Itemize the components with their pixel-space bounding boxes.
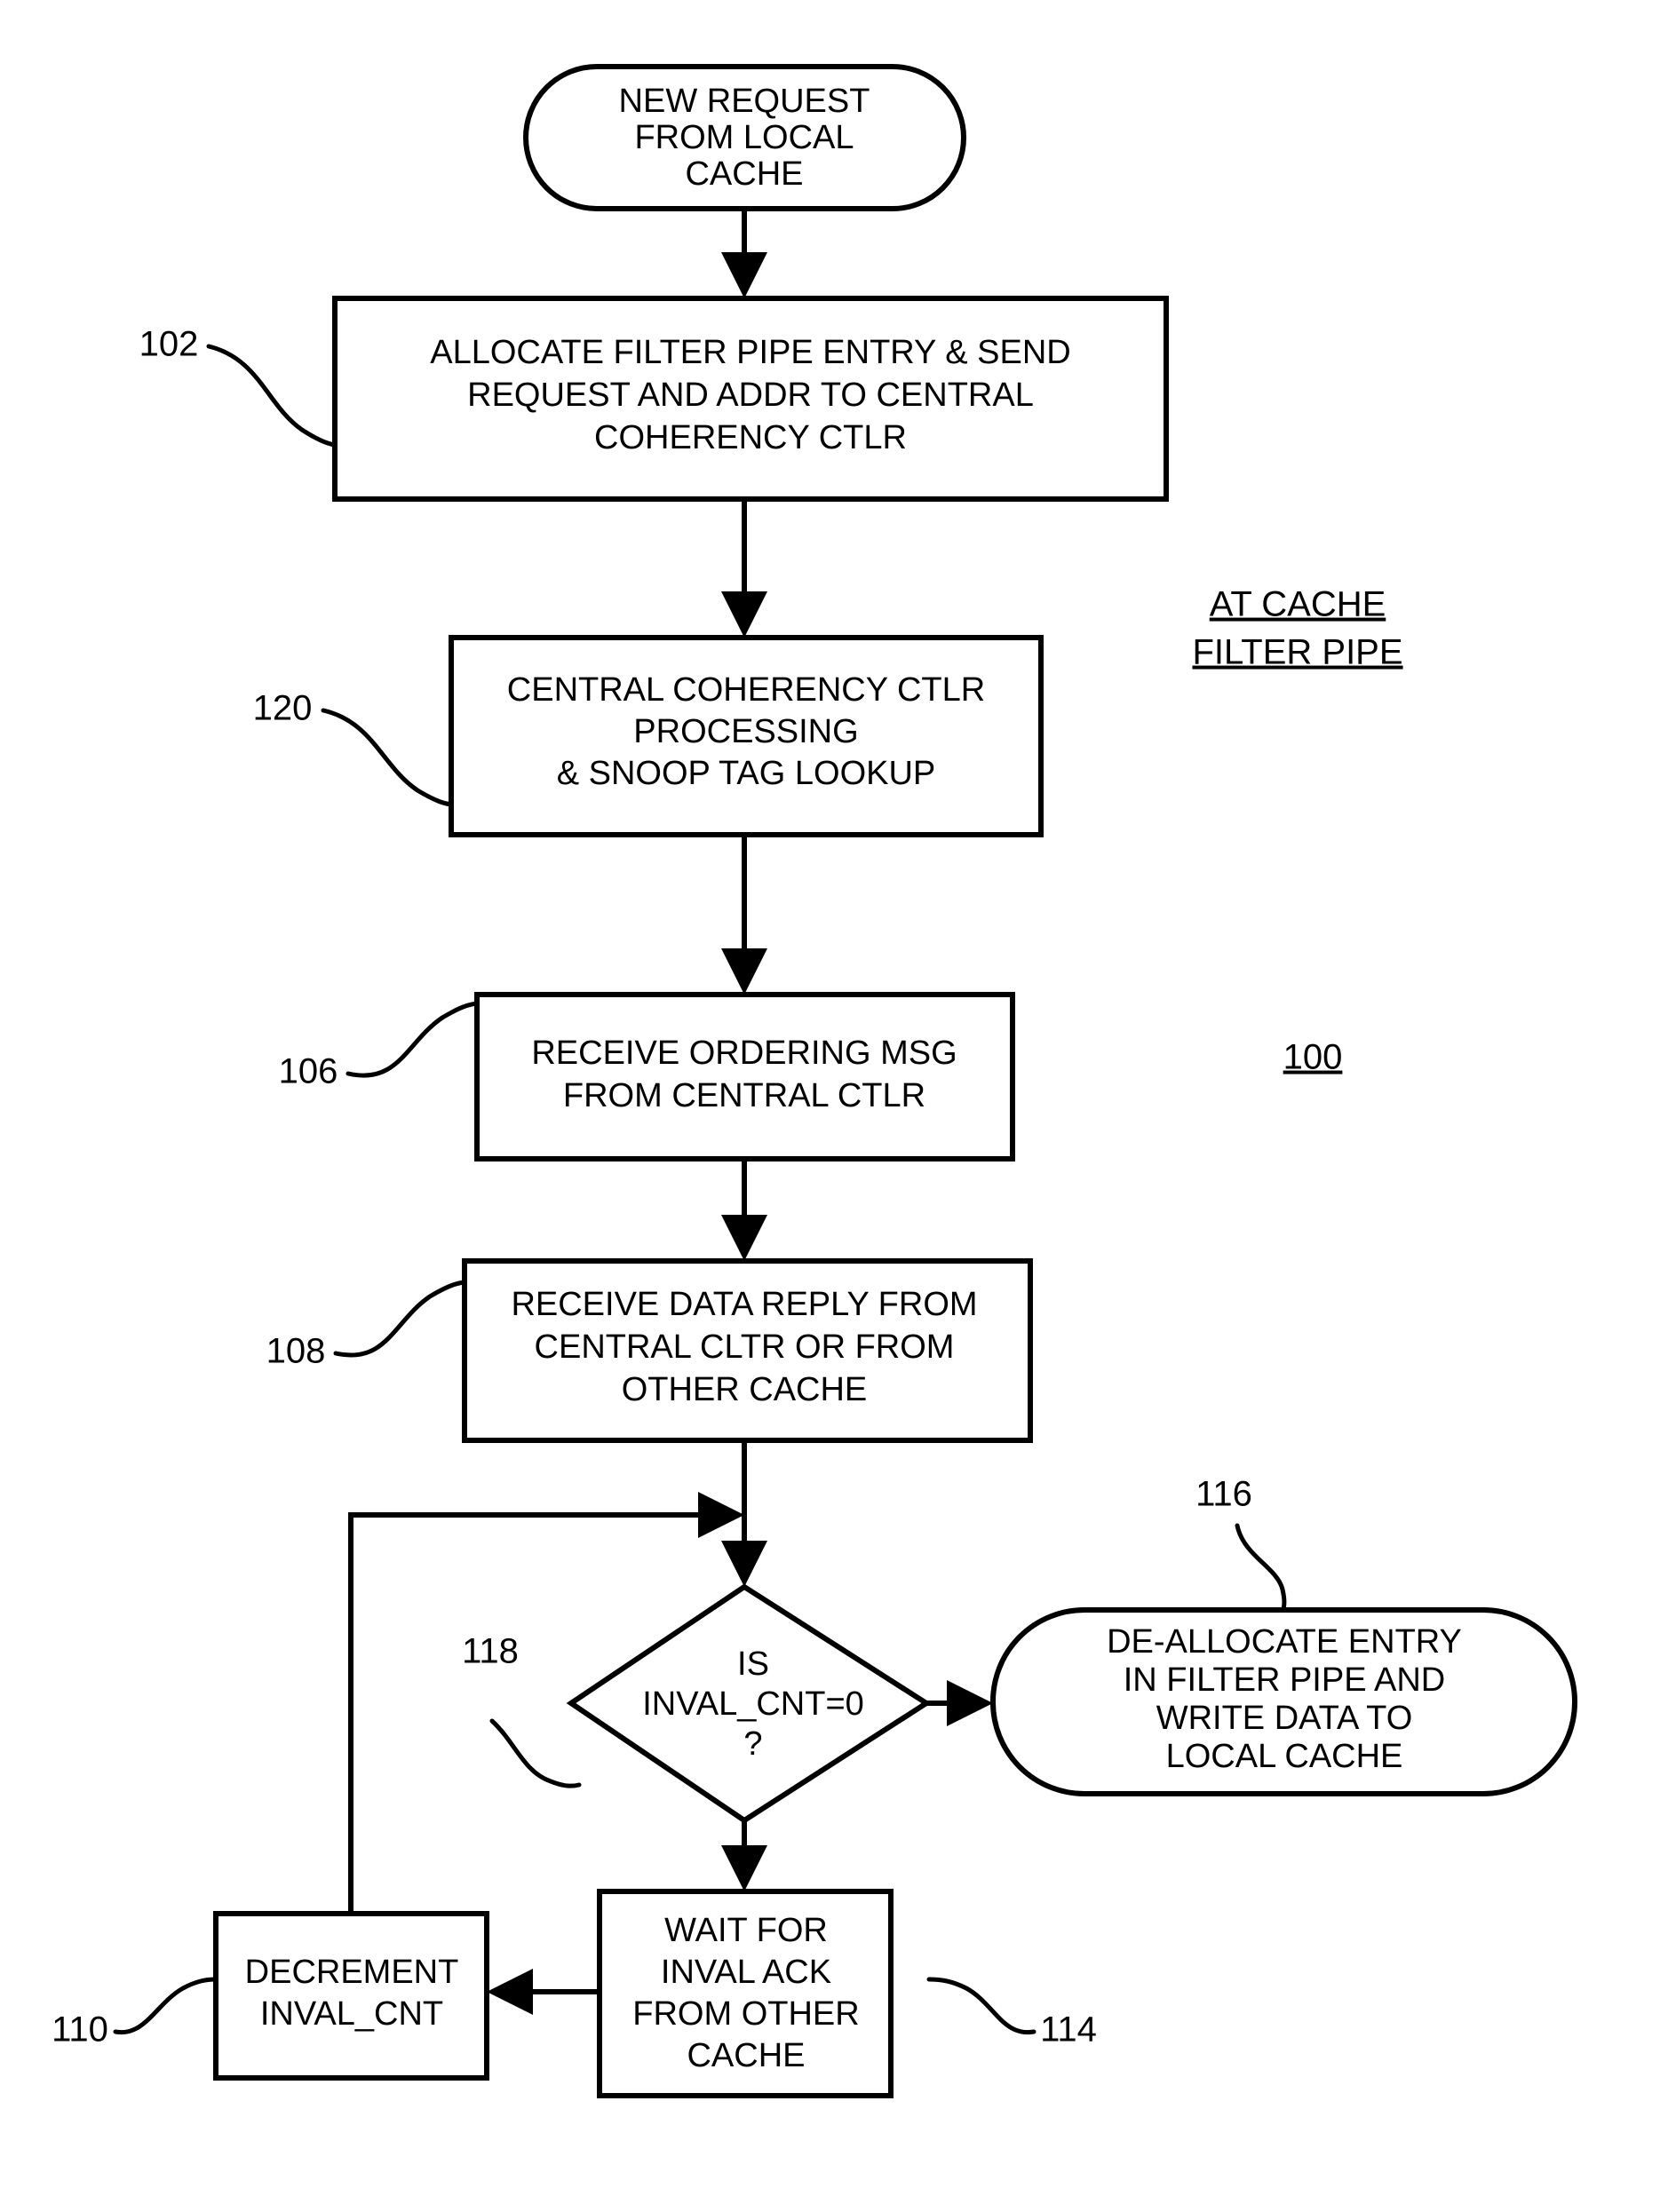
datareply-node-line-3: OTHER CACHE (622, 1371, 868, 1408)
wait-node-line-2: INVAL ACK (661, 1954, 831, 1991)
annotation-at-cache-line-2: FILTER PIPE (1192, 633, 1402, 672)
wait-node-line-1: WAIT FOR (664, 1912, 828, 1949)
reference-label-106: 106 (279, 1052, 338, 1091)
node-wait-for-inval-ack: WAIT FOR INVAL ACK FROM OTHER CACHE (597, 1889, 894, 2098)
decrement-node-line-2: INVAL_CNT (260, 1995, 443, 2033)
start-node-line-1: NEW REQUEST (619, 83, 870, 120)
node-receive-data-reply: RECEIVE DATA REPLY FROM CENTRAL CLTR OR … (462, 1258, 1033, 1443)
ordering-node-line-1: RECEIVE ORDERING MSG (531, 1035, 957, 1072)
arrowhead-start-to-allocate (721, 252, 767, 298)
decrement-node-line-1: DECREMENT (245, 1954, 459, 1991)
node-deallocate-entry: DE-ALLOCATE ENTRY IN FILTER PIPE AND WRI… (990, 1607, 1577, 1796)
arrowhead-central-to-ordering (721, 948, 767, 995)
flowchart-canvas: NEW REQUEST FROM LOCAL CACHE ALLOCATE FI… (52, 64, 1577, 2098)
central-node-line-3: & SNOOP TAG LOOKUP (557, 755, 936, 792)
node-decrement-inval-cnt: DECREMENT INVAL_CNT (213, 1911, 489, 2081)
start-node-line-3: CACHE (685, 155, 803, 193)
start-node-line-2: FROM LOCAL (634, 119, 854, 156)
reference-label-118: 118 (462, 1632, 519, 1671)
allocate-node-line-1: ALLOCATE FILTER PIPE ENTRY & SEND (430, 334, 1071, 371)
datareply-node-line-1: RECEIVE DATA REPLY FROM (511, 1286, 977, 1323)
datareply-node-line-2: CENTRAL CLTR OR FROM (535, 1328, 955, 1366)
decision-node-line-3: ? (743, 1725, 762, 1763)
reference-label-116: 116 (1195, 1475, 1252, 1514)
reference-label-114: 114 (1040, 2010, 1097, 2049)
leader-line-114 (926, 1977, 1037, 2035)
leader-line-118 (489, 1718, 582, 1788)
wait-node-line-3: FROM OTHER (632, 1995, 859, 2033)
arrowhead-decision-to-deallocate (947, 1680, 993, 1726)
leader-line-102 (206, 344, 338, 448)
reference-label-108: 108 (266, 1332, 326, 1371)
arrowhead-allocate-to-central (721, 591, 767, 638)
wait-node-line-4: CACHE (687, 2037, 805, 2074)
allocate-node-line-2: REQUEST AND ADDR TO CENTRAL (467, 377, 1034, 414)
decision-node-line-1: IS (737, 1645, 769, 1683)
leader-line-110 (113, 1977, 218, 2035)
leader-line-116 (1235, 1523, 1287, 1613)
reference-label-102: 102 (139, 325, 199, 364)
node-receive-ordering-msg: RECEIVE ORDERING MSG FROM CENTRAL CTLR (474, 992, 1015, 1161)
node-central-coherency-processing: CENTRAL COHERENCY CTLR PROCESSING & SNOO… (449, 635, 1044, 837)
deallocate-node-line-3: WRITE DATA TO (1156, 1700, 1413, 1737)
central-node-line-1: CENTRAL COHERENCY CTLR (507, 671, 985, 709)
central-node-line-2: PROCESSING (633, 713, 858, 750)
node-start: NEW REQUEST FROM LOCAL CACHE (523, 64, 966, 211)
arrowhead-decision-to-wait (721, 1845, 767, 1891)
figure-reference-100: 100 (1283, 1038, 1343, 1077)
arrowhead-wait-to-decrement (487, 1969, 533, 2015)
arrowhead-datareply-to-decision (721, 1541, 767, 1587)
arrowhead-ordering-to-datareply (721, 1215, 767, 1261)
annotation-at-cache-line-1: AT CACHE (1210, 585, 1386, 624)
node-allocate-filter-pipe-entry: ALLOCATE FILTER PIPE ENTRY & SEND REQUES… (332, 296, 1169, 502)
reference-label-120: 120 (253, 689, 313, 728)
flowchart-figure: NEW REQUEST FROM LOCAL CACHE ALLOCATE FI… (0, 0, 1668, 2212)
deallocate-node-line-2: IN FILTER PIPE AND (1124, 1661, 1445, 1699)
leader-line-106 (346, 1001, 480, 1078)
leader-line-120 (321, 708, 454, 807)
leader-line-108 (333, 1280, 467, 1358)
reference-label-110: 110 (52, 2010, 108, 2049)
arrowhead-feedback-into-decision (698, 1492, 744, 1538)
node-decision-inval-cnt: IS INVAL_CNT=0 ? (566, 1583, 932, 1824)
deallocate-node-line-1: DE-ALLOCATE ENTRY (1107, 1623, 1462, 1661)
deallocate-node-line-4: LOCAL CACHE (1166, 1738, 1403, 1775)
decision-node-line-2: INVAL_CNT=0 (642, 1685, 864, 1723)
allocate-node-line-3: COHERENCY CTLR (594, 419, 907, 456)
ordering-node-line-2: FROM CENTRAL CTLR (563, 1077, 925, 1114)
